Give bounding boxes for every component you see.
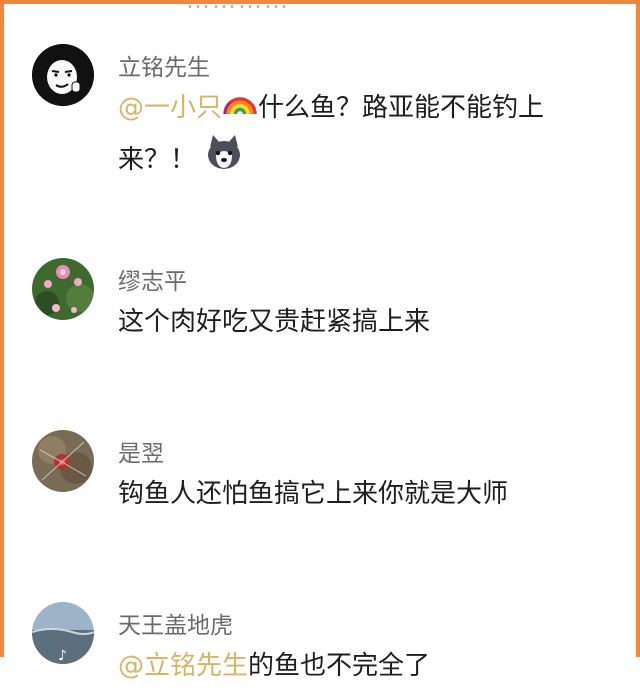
- username[interactable]: 天王盖地虎: [118, 606, 233, 640]
- comment-text: @立铭先生的鱼也不完全了: [118, 642, 618, 691]
- comment-text-content: 的鱼也不完全了: [248, 651, 431, 681]
- comment-text: 这个肉好吃又贵赶紧搞上来: [118, 307, 431, 337]
- husky-emoji-icon: [204, 133, 244, 188]
- avatar[interactable]: [32, 44, 94, 106]
- cut-off-header-text: …………: [186, 0, 290, 14]
- avatar[interactable]: [32, 430, 94, 492]
- username[interactable]: 立铭先生: [118, 48, 210, 82]
- avatar[interactable]: [32, 258, 94, 320]
- rainbow-emoji-icon: [222, 84, 258, 133]
- comment-text: 钩鱼人还怕鱼搞它上来你就是大师: [118, 479, 509, 509]
- username[interactable]: 是翌: [118, 434, 164, 468]
- mention-link[interactable]: @立铭先生: [118, 651, 248, 681]
- comment-text-line1: 什么鱼？路亚能不能钓上: [258, 93, 545, 123]
- svg-text:♪: ♪: [58, 648, 67, 664]
- mention-link[interactable]: @一小只: [118, 93, 222, 123]
- comment-text-line2: 来？！: [118, 145, 197, 175]
- avatar[interactable]: ♪: [32, 602, 94, 664]
- username[interactable]: 缪志平: [118, 262, 187, 296]
- comment-text: @一小只 什么鱼？路亚能不能钓上 来？！: [118, 84, 618, 188]
